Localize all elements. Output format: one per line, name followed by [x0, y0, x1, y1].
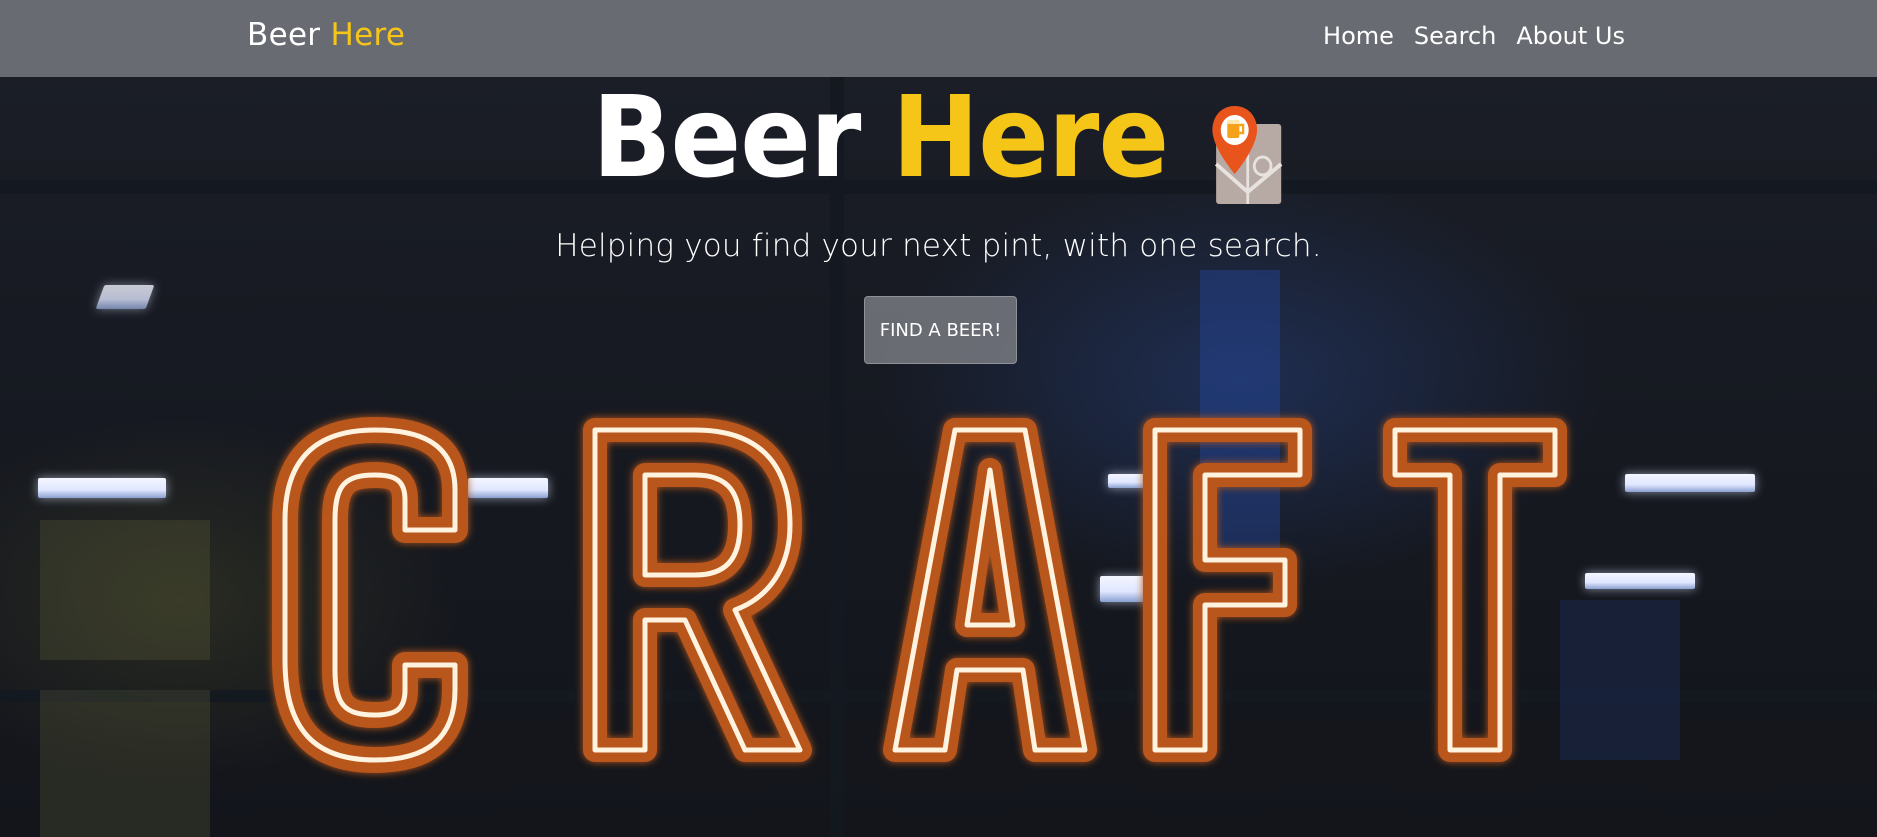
beer-map-pin-icon [1211, 104, 1285, 206]
brand-text: Beer [247, 17, 321, 53]
hero-tagline: Helping you find your next pint, with on… [555, 228, 1322, 264]
top-navbar: Beer Here Home Search About Us [0, 0, 1877, 77]
hero-headline: Beer Here [0, 73, 1877, 204]
background-window [40, 520, 210, 660]
find-a-beer-button[interactable]: FIND A BEER! [864, 296, 1017, 364]
ceiling-light [1625, 474, 1755, 492]
nav-link-about-us[interactable]: About Us [1516, 22, 1625, 50]
nav-link-home[interactable]: Home [1323, 22, 1394, 50]
hero-title-text: Beer [591, 73, 861, 203]
ceiling-light [95, 285, 155, 309]
nav-link-search[interactable]: Search [1414, 22, 1496, 50]
craft-neon-sign [255, 410, 1635, 790]
brand-accent-text: Here [330, 17, 406, 53]
navbar-brand[interactable]: Beer Here [247, 17, 405, 53]
hero-title-accent: Here [891, 73, 1169, 203]
hero-title: Beer Here [591, 73, 1285, 204]
craft-neon-graphic [272, 417, 1567, 773]
background-window [40, 690, 210, 837]
nav-links: Home Search About Us [1303, 22, 1625, 50]
ceiling-light [38, 478, 166, 498]
